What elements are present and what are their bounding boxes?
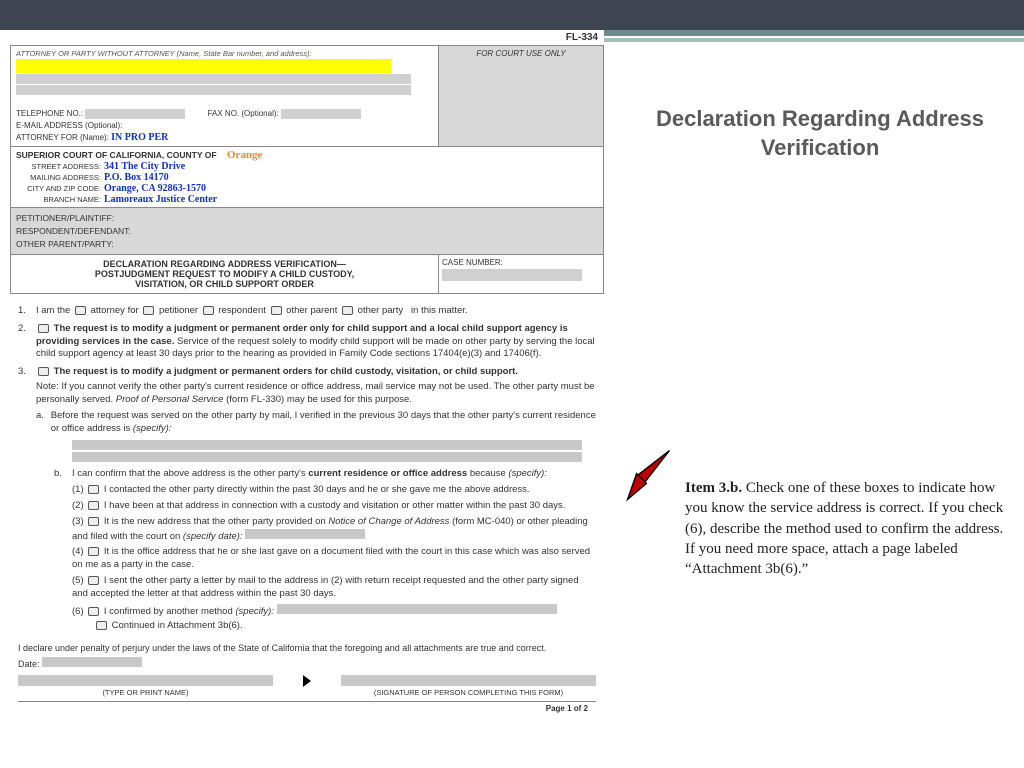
case-number-label: CASE NUMBER: — [442, 258, 600, 267]
other-party-label: OTHER PARENT/PARTY: — [16, 239, 114, 249]
fax-field[interactable] — [281, 109, 361, 119]
checkbox-3b3[interactable] — [88, 517, 99, 526]
page-footer: Page 1 of 2 — [18, 701, 596, 713]
instruction-note: Item 3.b. Check one of these boxes to in… — [685, 478, 1005, 579]
mail-value: P.O. Box 14170 — [104, 172, 169, 183]
text-3b6: I confirmed by another method (specify): — [104, 606, 274, 617]
text-3b4: It is the office address that he or she … — [72, 546, 590, 570]
telephone-label: TELEPHONE NO.: — [16, 109, 83, 118]
checkbox-3b1[interactable] — [88, 485, 99, 494]
address-field-line2[interactable] — [72, 452, 582, 462]
fax-label: FAX NO. (Optional): — [208, 109, 279, 118]
text-3b5: I sent the other party a letter by mail … — [72, 575, 579, 599]
slide-title: Declaration Regarding Address Verificati… — [650, 105, 990, 162]
form-document: FL-334 ATTORNEY OR PARTY WITHOUT ATTORNE… — [10, 30, 604, 723]
branch-label: BRANCH NAME: — [16, 195, 101, 204]
date-field-3b3[interactable] — [245, 529, 365, 539]
method-field-3b6[interactable] — [277, 604, 557, 614]
attorney-for-value: IN PRO PER — [111, 132, 168, 143]
street-label: STREET ADDRESS: — [16, 162, 101, 171]
checkbox-other-party[interactable] — [342, 306, 353, 315]
telephone-field[interactable] — [85, 109, 185, 119]
perjury-text: I declare under penalty of perjury under… — [18, 643, 596, 653]
county-value: Orange — [227, 149, 262, 161]
form-id: FL-334 — [10, 30, 604, 45]
item-3: The request is to modify a judgment or p… — [36, 366, 596, 435]
document-title: DECLARATION REGARDING ADDRESS VERIFICATI… — [11, 255, 438, 293]
court-use-only: FOR COURT USE ONLY — [438, 46, 603, 146]
date-label: Date: — [18, 659, 40, 669]
mail-label: MAILING ADDRESS: — [16, 173, 101, 182]
petitioner-label: PETITIONER/PLAINTIFF: — [16, 213, 114, 223]
item-2: The request is to modify a judgment or p… — [36, 323, 596, 361]
checkbox-item2[interactable] — [38, 324, 49, 333]
checkbox-3b6[interactable] — [88, 607, 99, 616]
checkbox-3b4[interactable] — [88, 547, 99, 556]
print-name-field[interactable] — [18, 675, 273, 686]
signature-field[interactable] — [341, 675, 596, 686]
checkbox-attorney-for[interactable] — [75, 306, 86, 315]
date-field[interactable] — [42, 657, 142, 667]
attorney-addr-field[interactable] — [16, 74, 411, 84]
signature-pointer-icon — [303, 675, 311, 687]
text-3b2: I have been at that address in connectio… — [104, 500, 566, 511]
address-field-line1[interactable] — [72, 440, 582, 450]
item-3b: I can confirm that the above address is … — [72, 468, 547, 481]
checkbox-petitioner[interactable] — [143, 306, 154, 315]
print-name-label: (TYPE OR PRINT NAME) — [18, 688, 273, 697]
city-label: CITY AND ZIP CODE: — [16, 184, 101, 193]
respondent-label: RESPONDENT/DEFENDANT: — [16, 226, 131, 236]
email-label: E-MAIL ADDRESS (Optional): — [16, 121, 122, 130]
text-3b6-cont: Continued in Attachment 3b(6). — [112, 620, 243, 631]
branch-value: Lamoreaux Justice Center — [104, 194, 217, 205]
checkbox-other-parent[interactable] — [271, 306, 282, 315]
checkbox-3b6-cont[interactable] — [96, 621, 107, 630]
checkbox-3b2[interactable] — [88, 501, 99, 510]
attorney-addr-field-2[interactable] — [16, 85, 411, 95]
street-value: 341 The City Drive — [104, 161, 185, 172]
checkbox-item3[interactable] — [38, 367, 49, 376]
accent-strip — [604, 30, 1024, 48]
signature-label: (SIGNATURE OF PERSON COMPLETING THIS FOR… — [341, 688, 596, 697]
checkbox-respondent[interactable] — [203, 306, 214, 315]
text-3b1: I contacted the other party directly wit… — [104, 484, 530, 495]
city-value: Orange, CA 92863-1570 — [104, 183, 206, 194]
attorney-header-label: ATTORNEY OR PARTY WITHOUT ATTORNEY (Name… — [16, 49, 433, 58]
checkbox-3b5[interactable] — [88, 576, 99, 585]
court-label: SUPERIOR COURT OF CALIFORNIA, COUNTY OF — [16, 150, 217, 160]
attorney-for-label: ATTORNEY FOR (Name): — [16, 133, 109, 142]
attorney-name-field[interactable] — [16, 59, 391, 73]
item-1: I am the attorney for petitioner respond… — [36, 305, 596, 318]
arrow-icon — [610, 440, 680, 515]
case-number-field[interactable] — [442, 269, 582, 281]
slide-topbar — [0, 0, 1024, 30]
